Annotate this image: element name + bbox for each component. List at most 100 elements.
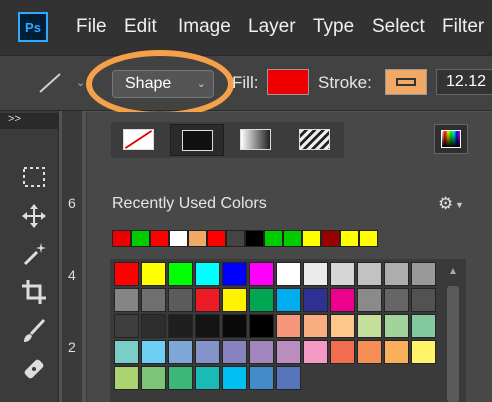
recent-color-swatch[interactable] [131,230,150,247]
color-swatch[interactable] [114,314,139,338]
color-swatch[interactable] [303,314,328,338]
color-swatch[interactable] [222,366,247,390]
recent-color-swatch[interactable] [150,230,169,247]
color-swatch[interactable] [330,262,355,286]
ruler-label: 6 [68,195,76,211]
menu-type[interactable]: Type [313,16,354,38]
color-swatch[interactable] [411,288,436,312]
color-swatch[interactable] [330,314,355,338]
recent-color-swatch[interactable] [321,230,340,247]
color-swatch[interactable] [168,340,193,364]
solid-color-button[interactable] [170,124,224,156]
color-swatch[interactable] [384,262,409,286]
color-swatch[interactable] [195,366,220,390]
color-swatch[interactable] [303,262,328,286]
color-swatch[interactable] [357,262,382,286]
recent-color-swatch[interactable] [207,230,226,247]
color-swatch[interactable] [411,340,436,364]
line-tool-icon[interactable] [36,72,64,94]
color-swatch[interactable] [141,366,166,390]
vertical-ruler: 6 4 2 [62,111,83,402]
color-swatch[interactable] [195,340,220,364]
color-swatch[interactable] [249,340,274,364]
magic-wand-icon[interactable] [20,240,48,268]
menu-layer[interactable]: Layer [248,16,296,38]
color-swatch[interactable] [249,366,274,390]
color-swatch[interactable] [249,314,274,338]
recent-color-swatch[interactable] [188,230,207,247]
recent-color-swatch[interactable] [226,230,245,247]
scroll-up-icon[interactable]: ▲ [448,266,458,277]
menu-select[interactable]: Select [372,16,425,38]
color-swatch[interactable] [168,314,193,338]
color-swatch[interactable] [411,262,436,286]
pattern-button[interactable] [288,124,342,156]
color-swatch[interactable] [114,262,139,286]
color-swatch[interactable] [330,288,355,312]
color-swatch[interactable] [357,314,382,338]
color-swatch[interactable] [357,340,382,364]
recent-color-swatch[interactable] [359,230,378,247]
color-swatch[interactable] [276,314,301,338]
color-swatch[interactable] [249,262,274,286]
brush-icon[interactable] [20,317,48,345]
color-picker-button[interactable] [434,124,468,154]
gear-icon[interactable]: ⚙ [438,194,453,214]
color-swatch[interactable] [276,262,301,286]
color-swatch[interactable] [303,288,328,312]
color-swatch[interactable] [114,340,139,364]
color-swatch[interactable] [222,314,247,338]
recent-color-swatch[interactable] [340,230,359,247]
move-icon[interactable] [20,202,48,230]
color-swatch[interactable] [114,366,139,390]
stroke-color-swatch[interactable] [385,69,427,95]
color-swatch[interactable] [222,262,247,286]
gradient-button[interactable] [229,124,283,156]
color-swatch[interactable] [168,366,193,390]
color-swatch[interactable] [357,288,382,312]
color-swatch[interactable] [276,366,301,390]
recent-color-swatch[interactable] [264,230,283,247]
scrollbar-thumb[interactable] [447,286,459,402]
color-swatch[interactable] [168,288,193,312]
stroke-width-input[interactable]: 12.12 [436,69,492,95]
color-swatch[interactable] [249,288,274,312]
healing-brush-icon[interactable] [20,355,48,383]
menu-file[interactable]: File [76,16,107,38]
crop-icon[interactable] [20,278,48,306]
color-swatch[interactable] [168,262,193,286]
menu-image[interactable]: Image [178,16,231,38]
chevron-down-icon: ⌄ [196,78,206,90]
marquee-icon[interactable] [20,163,48,191]
recent-color-swatch[interactable] [283,230,302,247]
color-swatch[interactable] [195,314,220,338]
color-swatch[interactable] [195,288,220,312]
color-swatch[interactable] [141,340,166,364]
color-swatch[interactable] [303,340,328,364]
toolbar-collapse-toggle[interactable]: >> [0,113,58,129]
tool-mode-select[interactable]: Shape ⌄ [112,70,214,98]
menu-edit[interactable]: Edit [124,16,157,38]
color-swatch[interactable] [384,314,409,338]
fill-color-swatch[interactable] [267,69,309,95]
recent-color-swatch[interactable] [112,230,131,247]
color-swatch[interactable] [141,288,166,312]
color-swatch[interactable] [222,288,247,312]
color-swatch[interactable] [411,314,436,338]
color-swatch[interactable] [330,340,355,364]
recent-color-swatch[interactable] [169,230,188,247]
color-swatch[interactable] [222,340,247,364]
color-swatch[interactable] [276,288,301,312]
color-swatch[interactable] [141,314,166,338]
color-swatch[interactable] [195,262,220,286]
tool-preset-chevron-icon[interactable]: ⌄ [76,76,85,89]
menu-filter[interactable]: Filter [442,16,484,38]
color-swatch[interactable] [384,340,409,364]
color-swatch[interactable] [384,288,409,312]
color-swatch[interactable] [276,340,301,364]
recent-color-swatch[interactable] [245,230,264,247]
color-swatch[interactable] [114,288,139,312]
no-color-button[interactable] [112,124,166,156]
color-swatch[interactable] [141,262,166,286]
recent-color-swatch[interactable] [302,230,321,247]
